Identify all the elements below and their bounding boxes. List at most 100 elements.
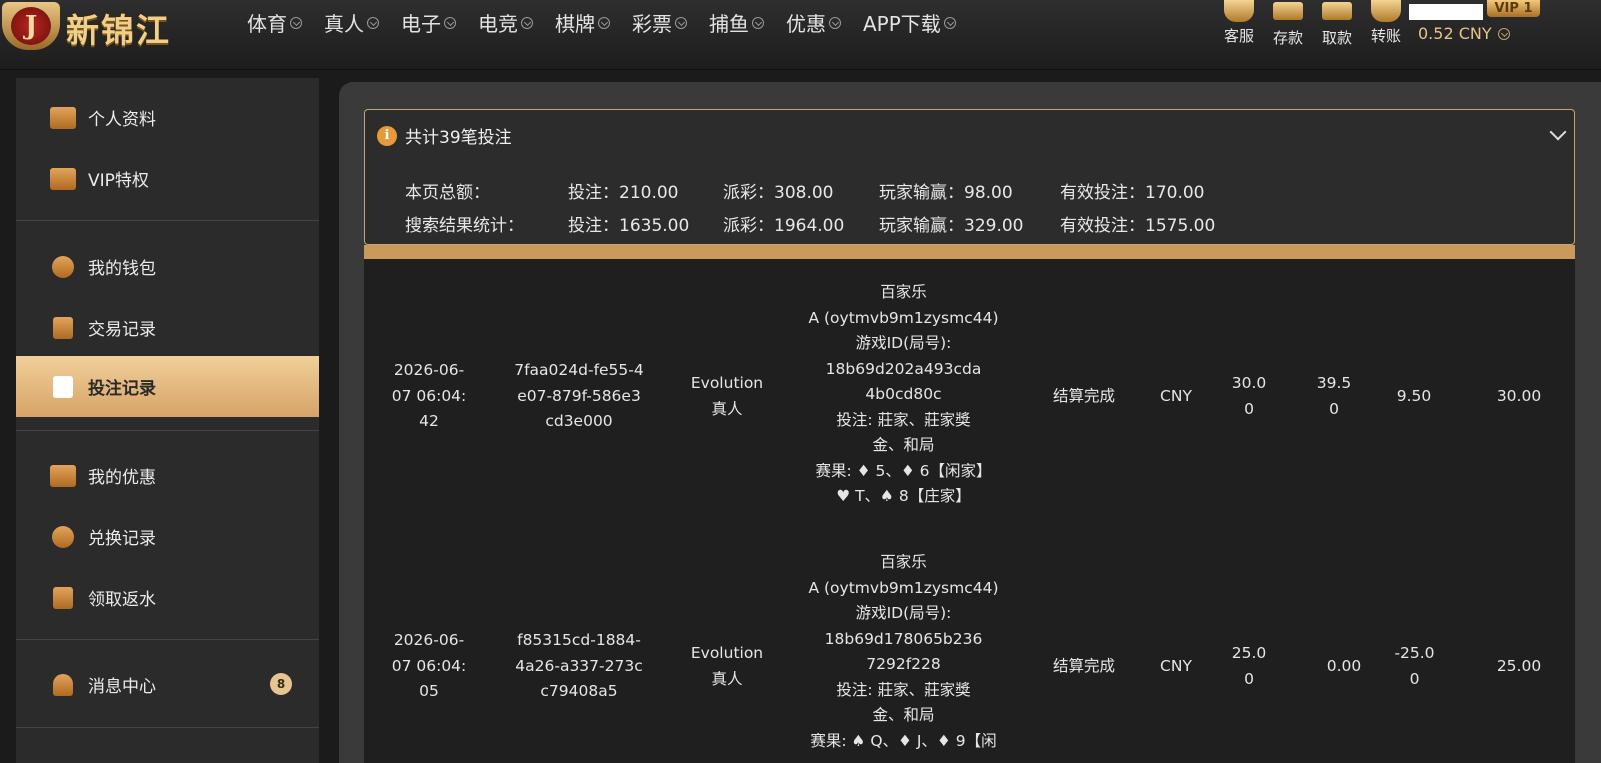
withdraw-button[interactable]: 取款 [1317, 0, 1357, 48]
top-bar: J 新锦江 体育 真人 电子 电竞 棋牌 彩票 捕鱼 优惠 APP下载 客服 存… [0, 0, 1601, 70]
nav-label: 彩票 [632, 12, 672, 36]
nav-label: APP下载 [863, 12, 941, 36]
currency: CNY [1160, 387, 1192, 405]
sidebar-divider [16, 727, 319, 728]
brand-name: 新锦江 [66, 11, 171, 50]
nav-lottery[interactable]: 彩票 [632, 8, 687, 37]
tool-label: 取款 [1321, 29, 1352, 47]
sidebar-item-messages[interactable]: 消息中心 8 [16, 654, 319, 715]
chevron-down-icon [598, 16, 610, 29]
gift-bag-icon [50, 464, 76, 487]
win-loss: 9.50 [1396, 387, 1432, 405]
bet-records-table: 2026-06-07 06:04:42 7faa024d-fe55-4e07-8… [364, 245, 1575, 763]
valid-bet: 30.00 [1496, 387, 1542, 405]
sidebar-item-label: 投注记录 [88, 379, 156, 399]
sidebar-item-label: 消息中心 [88, 677, 156, 697]
money-bag-icon [52, 525, 74, 548]
chevron-down-icon [829, 16, 841, 29]
bet-record-doc-icon [53, 375, 73, 398]
bet-records-panel: i 共计39笔投注 本页总额： 投注：210.00 派彩：308.00 玩家输赢… [339, 82, 1601, 763]
sidebar-item-label: 交易记录 [88, 320, 156, 340]
chevron-down-icon [444, 16, 456, 29]
bell-icon [53, 673, 73, 696]
bet-time: 2026-06-07 06:04:42 [391, 361, 467, 430]
sidebar-item-label: 兑换记录 [88, 529, 156, 549]
nav-board-games[interactable]: 棋牌 [555, 8, 610, 37]
nav-app-download[interactable]: APP下载 [863, 8, 956, 37]
brand-logo[interactable]: J 新锦江 [0, 0, 215, 50]
payout: 0.00 [1326, 657, 1362, 675]
account-sidebar: 个人资料 VIP特权 我的钱包 交易记录 投注记录 我的优惠 兑换记录 领取返水… [16, 78, 319, 763]
detail-line: 赛果: ♦ 5、♦ 6【闲家】 [815, 461, 992, 480]
chevron-down-icon [367, 16, 379, 29]
vip-badge[interactable]: VIP 1 [1487, 0, 1540, 17]
detail-line: ♥ T、♠ 8【庄家】 [836, 487, 971, 505]
detail-line: 游戏ID(局号): [855, 604, 952, 622]
sidebar-item-rebate[interactable]: 领取返水 [16, 567, 319, 628]
sidebar-item-redeem-records[interactable]: 兑换记录 [16, 506, 319, 567]
nav-label: 捕鱼 [709, 12, 749, 36]
summary-header: i 共计39笔投注 [377, 123, 512, 148]
sidebar-item-label: 领取返水 [88, 590, 156, 610]
detail-line: 投注: 莊家、莊家獎金、和局 [836, 410, 971, 455]
table-row: 2026-06-07 06:04:05 f85315cd-1884-4a26-a… [364, 530, 1575, 763]
nav-fishing[interactable]: 捕鱼 [709, 8, 764, 37]
id-card-icon [50, 106, 76, 129]
sidebar-item-my-promotions[interactable]: 我的优惠 [16, 445, 319, 506]
balance-dropdown[interactable]: 0.52 CNY [1418, 24, 1510, 43]
withdraw-card-icon [1322, 2, 1352, 20]
sidebar-item-wallet[interactable]: 我的钱包 [16, 236, 319, 297]
nav-esports[interactable]: 电竞 [478, 8, 533, 37]
customer-service-button[interactable]: 客服 [1219, 0, 1259, 46]
sidebar-item-label: 我的钱包 [88, 259, 156, 279]
currency: CNY [1160, 657, 1192, 675]
transfer-button[interactable]: 转账 [1366, 0, 1406, 46]
transaction-doc-icon [53, 316, 73, 339]
summary-title: 共计39笔投注 [405, 128, 512, 148]
valid-bet: 25.00 [1496, 657, 1542, 675]
table-header-bar [364, 245, 1575, 259]
nav-sports[interactable]: 体育 [247, 8, 302, 37]
rebate-doc-icon [53, 586, 73, 609]
search-stake: 投注：1635.00 [568, 216, 690, 236]
sidebar-divider [16, 639, 319, 640]
sidebar-divider [16, 430, 319, 431]
detail-line: A (oytmvb9m1zysmc44) [808, 578, 999, 597]
deposit-button[interactable]: 存款 [1268, 0, 1308, 48]
nav-promotions[interactable]: 优惠 [786, 8, 841, 37]
game-platform: Evolution 真人 [690, 374, 764, 418]
game-platform: Evolution 真人 [690, 644, 764, 688]
balance-value: 0.52 CNY [1418, 24, 1492, 43]
sidebar-item-label: VIP特权 [88, 171, 149, 191]
order-id[interactable]: 7faa024d-fe55-4e07-879f-586e3cd3e000 [514, 358, 644, 435]
search-valid-bet: 有效投注：1575.00 [1060, 216, 1216, 236]
order-id[interactable]: f85315cd-1884-4a26-a337-273cc79408a5 [514, 628, 644, 705]
sidebar-item-vip[interactable]: VIP特权 [16, 148, 319, 209]
search-payout: 派彩：1964.00 [723, 216, 845, 236]
sidebar-item-bet-records[interactable]: 投注记录 [16, 356, 319, 417]
page-valid-bet: 有效投注：170.00 [1060, 183, 1205, 203]
nav-label: 棋牌 [555, 12, 595, 36]
detail-line: 百家乐 [880, 283, 927, 301]
piggy-bank-icon [52, 255, 74, 278]
chevron-down-icon [943, 16, 956, 29]
nav-label: 电竞 [478, 12, 518, 36]
sidebar-item-profile[interactable]: 个人资料 [16, 87, 319, 148]
brand-mark: J [11, 7, 51, 45]
summary-box: i 共计39笔投注 本页总额： 投注：210.00 派彩：308.00 玩家输赢… [364, 109, 1575, 245]
page-payout: 派彩：308.00 [723, 183, 834, 203]
collapse-chevron-icon[interactable] [1549, 123, 1567, 141]
sidebar-item-transactions[interactable]: 交易记录 [16, 297, 319, 358]
bet-detail: 百家乐 A (oytmvb9m1zysmc44) 游戏ID(局号): 18b69… [791, 550, 1016, 754]
table-row: 2026-06-07 06:04:42 7faa024d-fe55-4e07-8… [364, 260, 1575, 530]
info-icon: i [377, 125, 397, 146]
nav-label: 电子 [401, 12, 441, 36]
search-totals-label: 搜索结果统计： [405, 216, 524, 236]
deposit-card-icon [1273, 2, 1303, 20]
bet-time: 2026-06-07 06:04:05 [391, 631, 467, 700]
chevron-down-icon [752, 16, 764, 29]
tool-label: 转账 [1370, 27, 1401, 45]
nav-slots[interactable]: 电子 [401, 8, 456, 37]
unread-count-badge: 8 [270, 673, 292, 695]
nav-live-casino[interactable]: 真人 [324, 8, 379, 37]
